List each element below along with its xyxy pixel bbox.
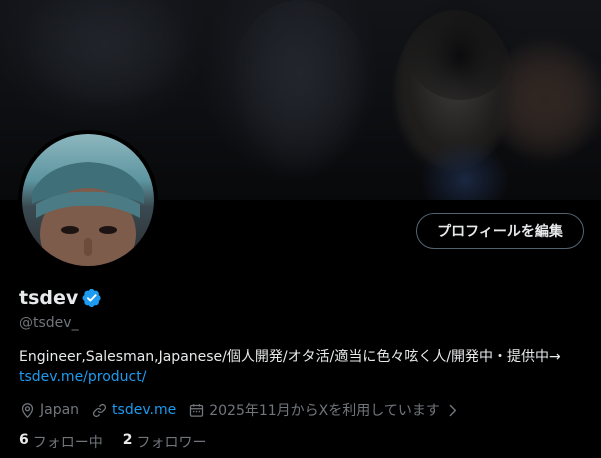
location-pin-icon	[21, 402, 34, 418]
joined-text: 2025年11月からXを利用しています	[209, 403, 440, 419]
verified-badge-icon[interactable]	[82, 288, 102, 308]
location-text: Japan	[40, 402, 80, 418]
profile-avatar[interactable]	[18, 130, 158, 270]
following-label: フォロー中	[32, 435, 103, 451]
display-name: tsdev	[19, 287, 79, 309]
profile-bio: Engineer,Salesman,Japanese/個人開発/オタ活/適当に色…	[19, 347, 589, 387]
bio-text: Engineer,Salesman,Japanese/個人開発/オタ活/適当に色…	[19, 349, 561, 365]
bio-link[interactable]: tsdev.me/product/	[19, 367, 589, 387]
following-count: 6	[19, 432, 29, 448]
website-item[interactable]: tsdev.me	[91, 402, 176, 419]
link-icon	[92, 403, 107, 417]
profile-handle: @tsdev_	[19, 315, 79, 331]
following-link[interactable]: 6 フォロー中	[19, 432, 103, 452]
followers-count: 2	[122, 432, 133, 448]
profile-name-row: tsdev	[19, 287, 102, 309]
profile-meta-row: Japan tsdev.me 2025年11月からXを利用しています	[19, 400, 473, 420]
edit-profile-button[interactable]: プロフィールを編集	[416, 213, 584, 249]
avatar-face-icon	[32, 162, 144, 266]
calendar-icon	[190, 403, 204, 417]
followers-link[interactable]: 2 フォロワー	[123, 432, 207, 452]
avatar-image	[22, 134, 154, 266]
website-link[interactable]: tsdev.me	[112, 402, 176, 418]
followers-label: フォロワー	[136, 435, 207, 451]
location-item: Japan	[19, 402, 79, 419]
follow-stats: 6 フォロー中 2 フォロワー	[19, 432, 207, 452]
chevron-right-icon	[449, 404, 456, 416]
joined-item[interactable]: 2025年11月からXを利用しています	[188, 400, 461, 420]
